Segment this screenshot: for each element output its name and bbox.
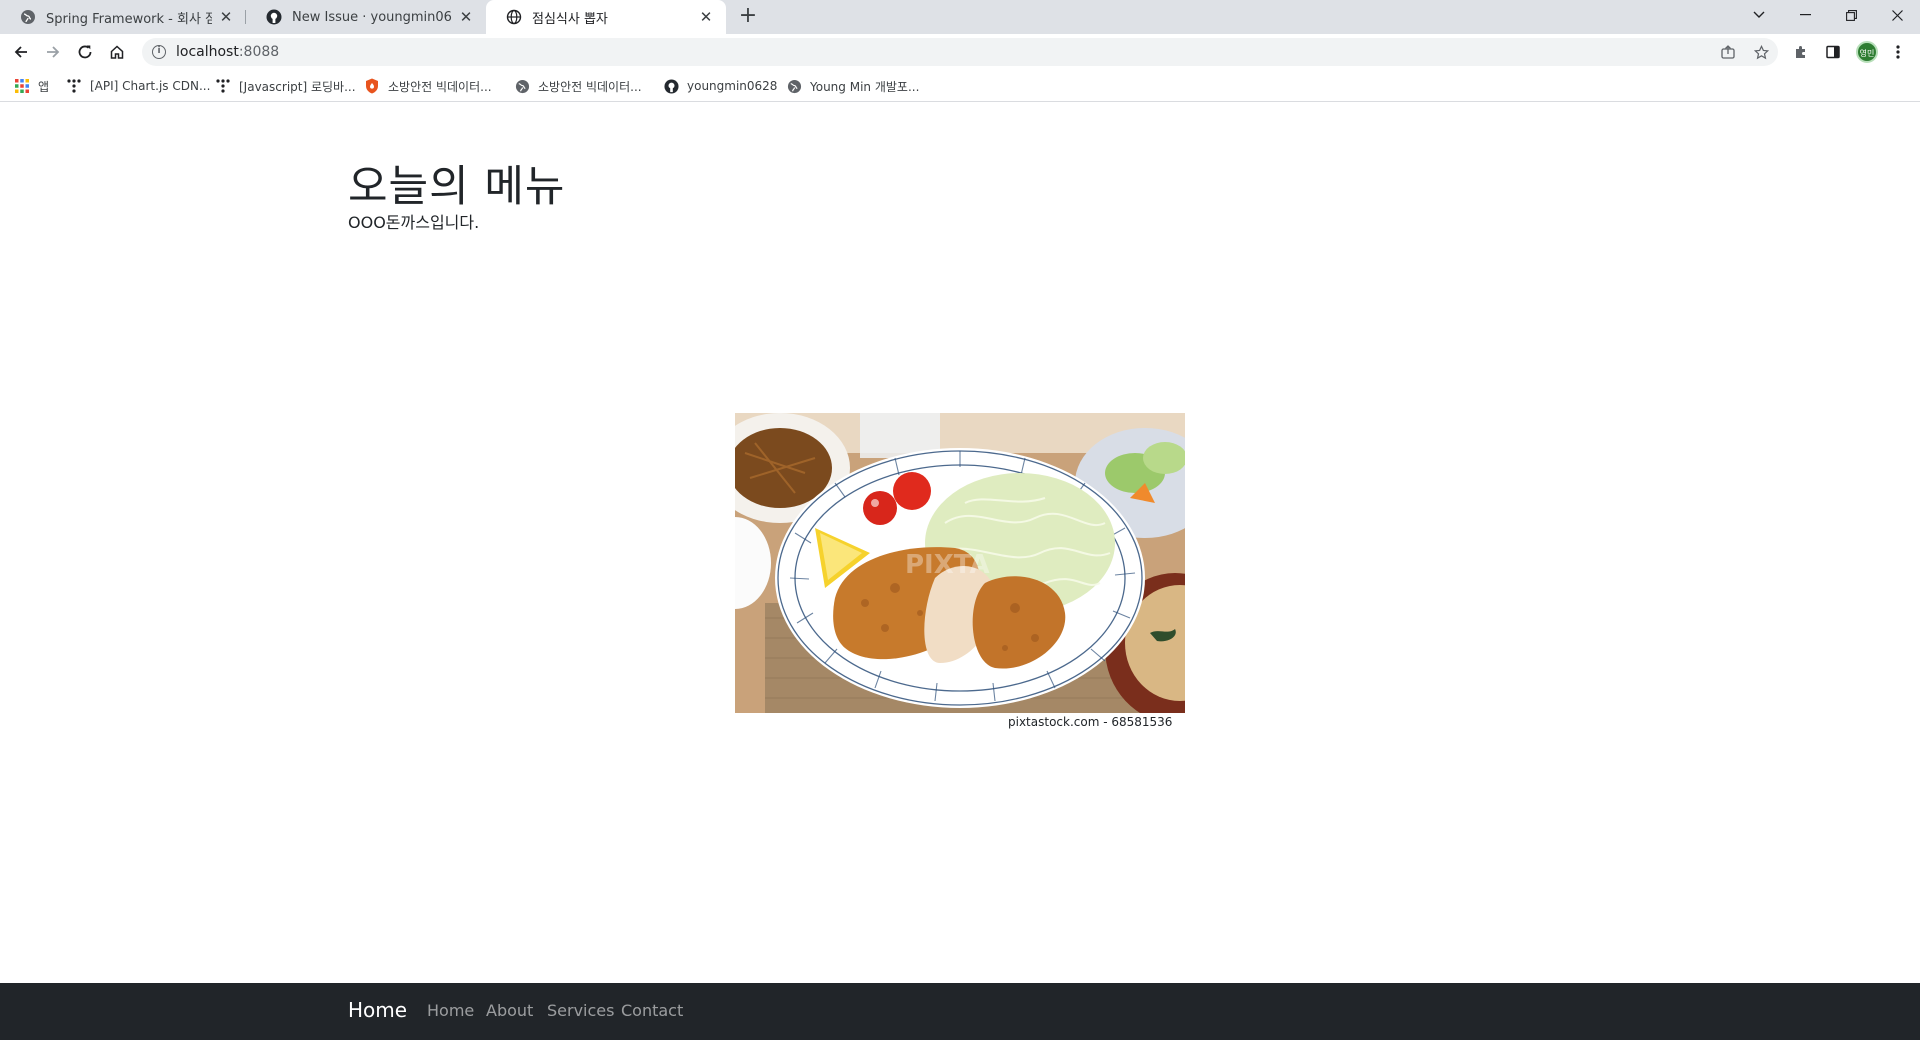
close-icon[interactable]: ✕	[698, 9, 714, 25]
github-icon	[266, 9, 282, 25]
address-host: localhost	[176, 44, 239, 60]
bookmark-fire-safety-1[interactable]: 소방안전 빅데이터...	[364, 77, 492, 95]
bookmarks-bar: 앱 [API] Chart.js CDN... [Javascript] 로딩바…	[0, 70, 1920, 102]
nav-link-services[interactable]: Services	[547, 1001, 614, 1020]
bookmark-label: 소방안전 빅데이터...	[388, 79, 492, 94]
tab-strip: Spring Framework - 회사 점심 추 ✕ New Issue ·…	[0, 0, 1920, 34]
apps-grid-icon	[14, 78, 30, 94]
tistory-icon	[66, 78, 82, 94]
tab-title: Spring Framework - 회사 점심 추	[46, 11, 212, 27]
new-tab-button[interactable]: +	[736, 5, 760, 29]
share-icon[interactable]	[1718, 42, 1738, 62]
bookmark-label: 소방안전 빅데이터...	[538, 79, 642, 94]
bookmark-github-youngmin[interactable]: youngmin0628	[663, 77, 777, 95]
tab-title: New Issue · youngmin0628/you	[292, 9, 452, 25]
nav-link-about[interactable]: About	[486, 1001, 533, 1020]
profile-avatar[interactable]: 영민	[1856, 41, 1878, 63]
tab-spring-framework[interactable]: Spring Framework - 회사 점심 추 ✕	[0, 0, 246, 34]
page-title: 오늘의 메뉴	[348, 162, 566, 212]
side-panel-icon[interactable]	[1821, 40, 1845, 64]
nav-link-contact[interactable]: Contact	[621, 1001, 683, 1020]
address-url: localhost:8088	[176, 44, 279, 60]
bookmark-chartjs[interactable]: [API] Chart.js CDN...	[66, 77, 210, 95]
tab-title: 점심식사 뽑자	[532, 11, 608, 27]
bookmark-label: [API] Chart.js CDN...	[90, 79, 211, 93]
close-icon[interactable]: ✕	[458, 9, 474, 25]
bookmark-javascript-loading[interactable]: [Javascript] 로딩바...	[215, 77, 356, 95]
github-icon	[663, 78, 679, 94]
menu-description: OOO돈까스입니다.	[348, 213, 480, 232]
footer-navbar: Home Home About Services Contact	[0, 983, 1920, 1040]
address-bar[interactable]: i localhost:8088	[142, 38, 1778, 66]
page-content: 오늘의 메뉴 OOO돈까스입니다. PIXTA pixtastock.com -…	[0, 102, 1920, 1040]
tonkatsu-image: PIXTA	[735, 413, 1185, 713]
browser-toolbar: i localhost:8088 영민	[0, 34, 1920, 70]
tistory-icon	[215, 78, 231, 94]
bookmark-label: Young Min 개발포...	[810, 79, 920, 94]
star-bookmark-icon[interactable]	[1751, 42, 1771, 62]
back-icon[interactable]	[9, 40, 33, 64]
bookmark-apps[interactable]: 앱	[14, 77, 49, 95]
reload-icon[interactable]	[73, 40, 97, 64]
forward-icon[interactable]	[41, 40, 65, 64]
image-caption: pixtastock.com - 68581536	[1008, 715, 1173, 729]
extensions-puzzle-icon[interactable]	[1789, 40, 1813, 64]
nav-link-home[interactable]: Home	[427, 1001, 474, 1020]
globe-icon	[506, 9, 522, 25]
minimize-icon[interactable]	[1782, 0, 1828, 30]
tab-search-chevron-icon[interactable]	[1736, 0, 1782, 30]
globe-icon	[20, 9, 36, 25]
close-window-icon[interactable]	[1874, 0, 1920, 30]
restore-icon[interactable]	[1828, 0, 1874, 30]
more-menu-icon[interactable]	[1886, 40, 1910, 64]
tab-lunch-picker[interactable]: 점심식사 뽑자 ✕	[486, 0, 726, 34]
bookmark-label: [Javascript] 로딩바...	[239, 79, 356, 94]
bookmark-fire-safety-2[interactable]: 소방안전 빅데이터...	[514, 77, 642, 95]
globe-icon	[786, 78, 802, 94]
navbar-brand-link[interactable]: Home	[348, 998, 407, 1022]
tab-new-issue[interactable]: New Issue · youngmin0628/you ✕	[246, 0, 486, 34]
bookmark-label: youngmin0628	[687, 79, 778, 93]
bookmark-young-min-portfolio[interactable]: Young Min 개발포...	[786, 77, 919, 95]
svg-text:PIXTA: PIXTA	[905, 550, 990, 580]
fire-icon	[364, 78, 380, 94]
home-icon[interactable]	[105, 40, 129, 64]
globe-icon	[514, 78, 530, 94]
info-icon[interactable]: i	[152, 45, 166, 59]
close-icon[interactable]: ✕	[218, 9, 234, 25]
address-port: :8088	[238, 44, 280, 60]
bookmark-label: 앱	[38, 79, 50, 94]
